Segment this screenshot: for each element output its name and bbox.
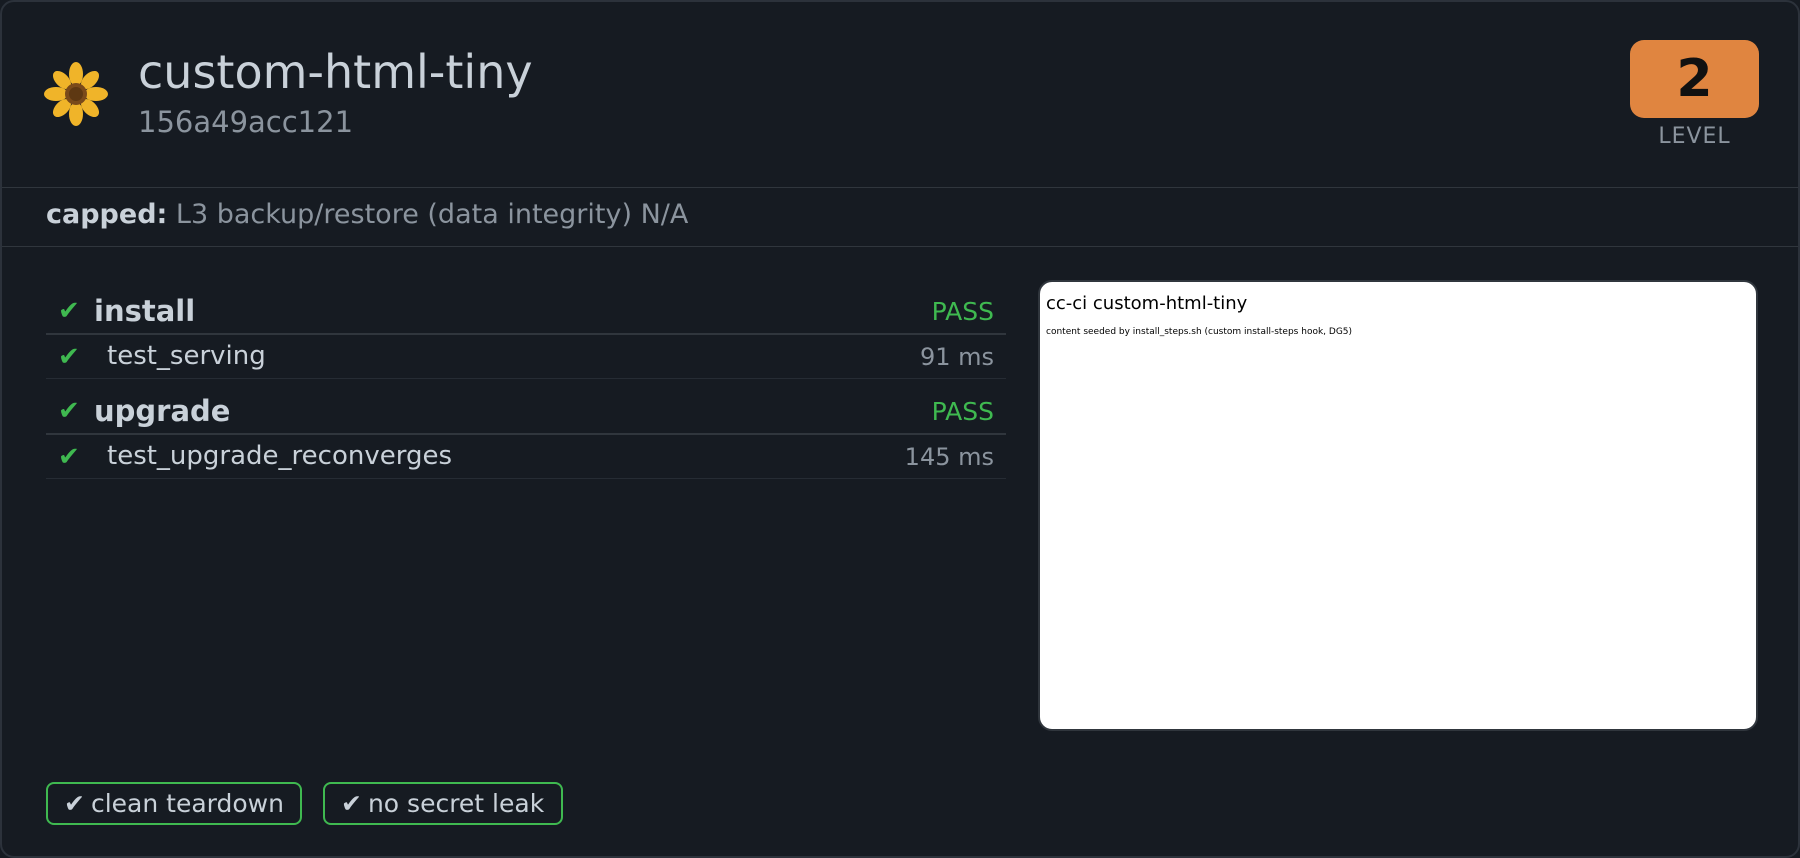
group-status: PASS xyxy=(931,297,994,326)
check-icon: ✔ xyxy=(64,789,85,818)
check-icon: ✔ xyxy=(58,342,80,372)
test-name: test_serving xyxy=(107,341,266,371)
capped-note: capped: L3 backup/restore (data integrit… xyxy=(2,188,1798,247)
group-name: upgrade xyxy=(94,394,231,428)
level-label: LEVEL xyxy=(1658,124,1731,149)
group-status: PASS xyxy=(931,397,994,426)
page-title: custom-html-tiny xyxy=(138,45,533,99)
test-name: test_upgrade_reconverges xyxy=(107,441,452,471)
check-icon: ✔ xyxy=(58,396,80,426)
capped-key: capped: xyxy=(46,199,168,230)
check-icon: ✔ xyxy=(58,296,80,326)
no-secret-leak-badge: ✔ no secret leak xyxy=(323,782,563,825)
clean-teardown-badge: ✔ clean teardown xyxy=(46,782,302,825)
page-preview: cc-ci custom-html-tiny content seeded by… xyxy=(1038,280,1758,731)
level-badge: 2 xyxy=(1630,40,1759,118)
test-results: ✔ install PASS ✔ test_serving 91 ms ✔ up… xyxy=(46,287,1006,479)
test-duration: 145 ms xyxy=(904,443,994,471)
capped-value: L3 backup/restore (data integrity) N/A xyxy=(175,199,689,230)
check-icon: ✔ xyxy=(58,442,80,472)
check-icon: ✔ xyxy=(341,789,362,818)
sunflower-icon xyxy=(44,62,108,126)
badge-label: no secret leak xyxy=(367,789,545,818)
test-duration: 91 ms xyxy=(919,343,994,371)
test-row: ✔ test_upgrade_reconverges 145 ms xyxy=(46,435,1006,479)
test-row: ✔ test_serving 91 ms xyxy=(46,335,1006,379)
card-header: custom-html-tiny 156a49acc121 2 LEVEL xyxy=(2,2,1798,188)
preview-text: content seeded by install_steps.sh (cust… xyxy=(1046,327,1353,337)
badge-label: clean teardown xyxy=(90,789,284,818)
ci-result-card: custom-html-tiny 156a49acc121 2 LEVEL ca… xyxy=(0,0,1800,858)
preview-title: cc-ci custom-html-tiny xyxy=(1046,293,1248,314)
group-row-install: ✔ install PASS xyxy=(46,287,1006,335)
commit-hash: 156a49acc121 xyxy=(138,105,354,139)
group-name: install xyxy=(94,294,196,328)
group-row-upgrade: ✔ upgrade PASS xyxy=(46,387,1006,435)
